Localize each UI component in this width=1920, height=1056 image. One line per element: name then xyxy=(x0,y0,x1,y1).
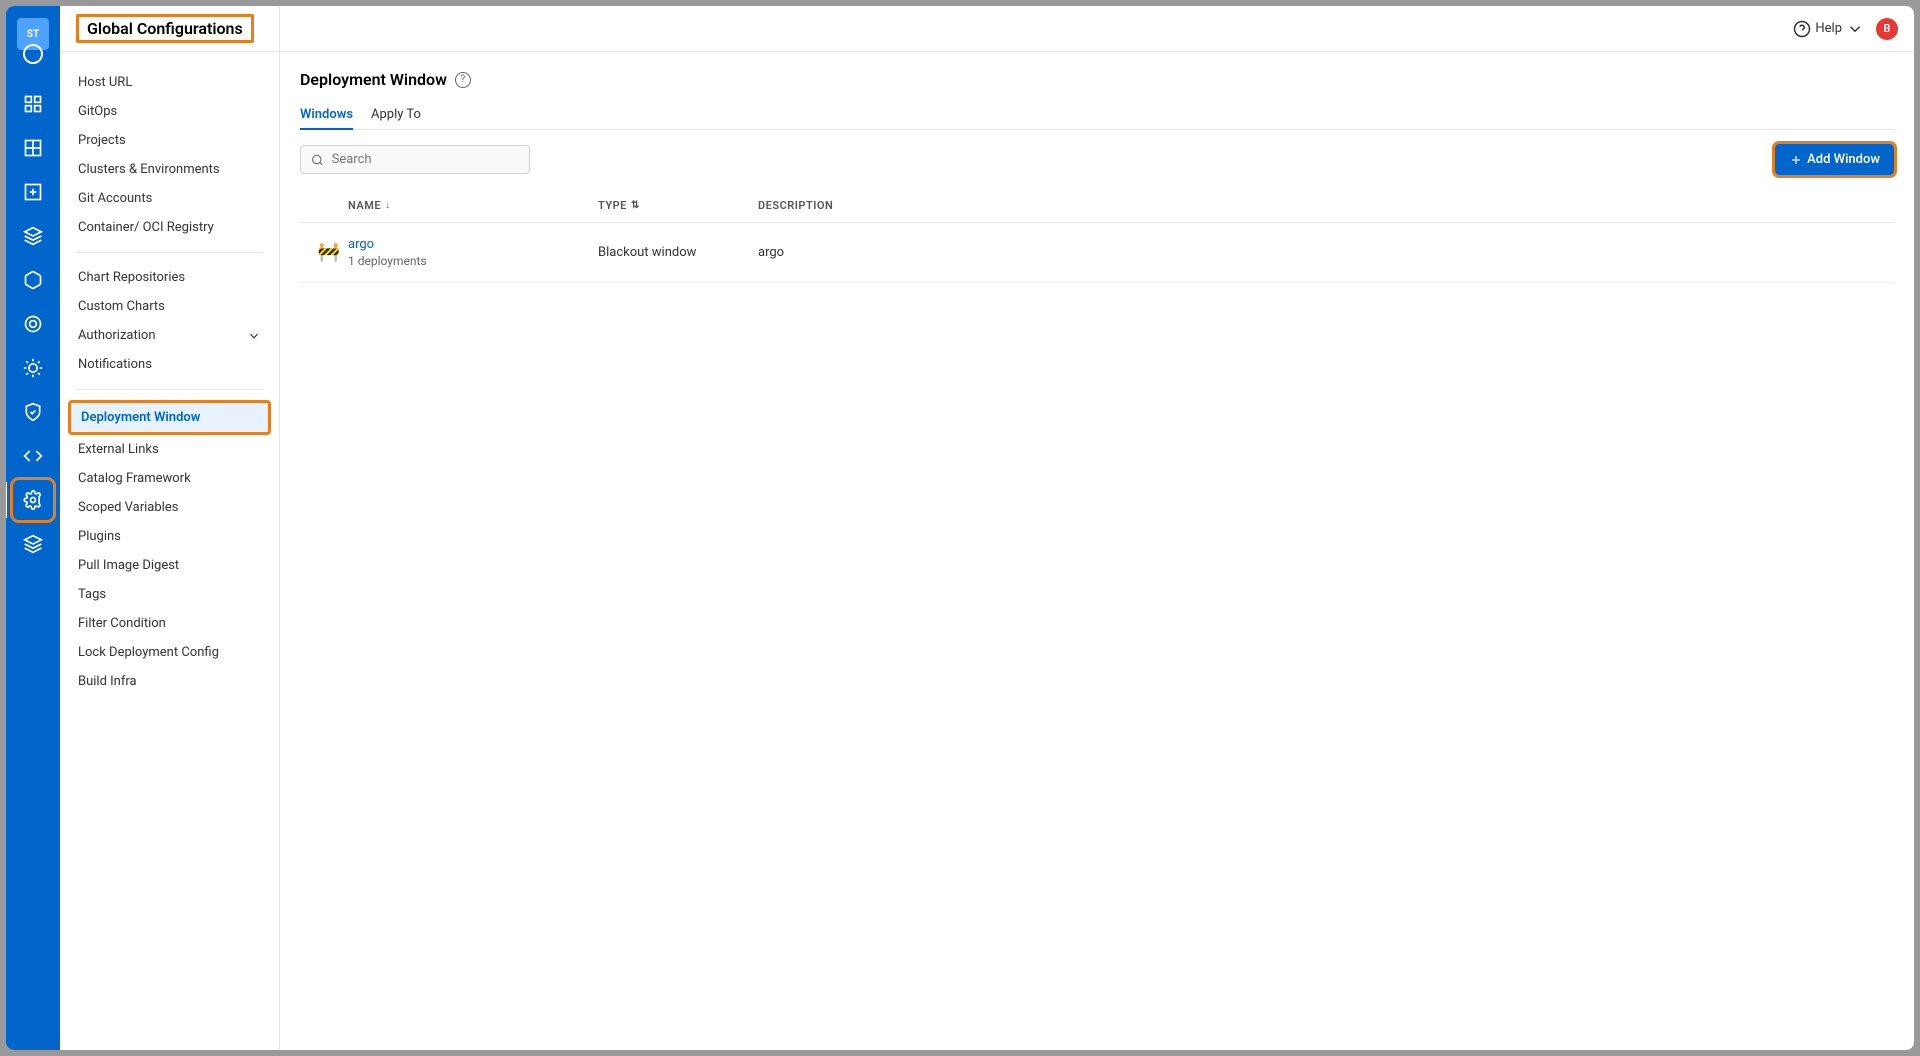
content: Deployment Window ? Windows Apply To Add… xyxy=(280,52,1914,1050)
search-input[interactable] xyxy=(332,152,519,167)
column-desc-label: DESCRIPTION xyxy=(758,199,833,212)
tab-windows[interactable]: Windows xyxy=(300,101,353,130)
row-subtext: 1 deployments xyxy=(348,254,598,268)
sidebar-item-git-accounts[interactable]: Git Accounts xyxy=(68,184,271,213)
sidebar-item-tags[interactable]: Tags xyxy=(68,580,271,609)
sidebar-item-external-links[interactable]: External Links xyxy=(68,435,271,464)
column-description: DESCRIPTION xyxy=(758,199,1894,212)
search-box[interactable] xyxy=(300,145,530,174)
sidebar-item-label: Container/ OCI Registry xyxy=(78,220,261,235)
sidebar-item-container-registry[interactable]: Container/ OCI Registry xyxy=(68,213,271,242)
column-type-label: TYPE xyxy=(598,199,627,212)
sidebar-item-label: Chart Repositories xyxy=(78,270,261,285)
tabs: Windows Apply To xyxy=(300,101,1894,130)
add-window-label: Add Window xyxy=(1807,152,1880,167)
sidebar-item-label: Tags xyxy=(78,587,261,602)
rail-apps-icon[interactable] xyxy=(15,86,51,122)
sidebar-item-catalog-framework[interactable]: Catalog Framework xyxy=(68,464,271,493)
sort-down-icon: ↓ xyxy=(385,200,391,211)
user-avatar[interactable]: B xyxy=(1876,18,1898,40)
sidebar-divider xyxy=(76,389,263,390)
sidebar-item-label: Git Accounts xyxy=(78,191,261,206)
chevron-down-icon xyxy=(1846,20,1864,38)
sidebar-item-custom-charts[interactable]: Custom Charts xyxy=(68,292,271,321)
page-header-title: Global Configurations xyxy=(76,14,254,43)
sidebar-item-authorization[interactable]: Authorization xyxy=(68,321,271,350)
sidebar-item-gitops[interactable]: GitOps xyxy=(68,97,271,126)
nav-rail: ST xyxy=(6,6,60,1050)
rail-helm-icon[interactable] xyxy=(15,350,51,386)
barrier-icon: 🚧 xyxy=(310,242,348,263)
sort-icon: ⇅ xyxy=(631,200,640,211)
sidebar-item-label: Notifications xyxy=(78,357,261,372)
sidebar: Global Configurations Host URL GitOps Pr… xyxy=(60,6,280,1050)
row-description: argo xyxy=(758,245,1894,260)
sidebar-item-label: Custom Charts xyxy=(78,299,261,314)
table-header: NAME ↓ TYPE ⇅ DESCRIPTION xyxy=(300,189,1894,223)
sidebar-item-filter-condition[interactable]: Filter Condition xyxy=(68,609,271,638)
rail-layers-icon[interactable] xyxy=(15,218,51,254)
sidebar-item-label: Host URL xyxy=(78,75,261,90)
sidebar-item-label: Catalog Framework xyxy=(78,471,261,486)
row-type: Blackout window xyxy=(598,245,758,260)
tab-apply-to[interactable]: Apply To xyxy=(371,101,421,129)
sidebar-item-notifications[interactable]: Notifications xyxy=(68,350,271,379)
app-logo[interactable]: ST xyxy=(17,18,49,50)
sidebar-item-label: Pull Image Digest xyxy=(78,558,261,573)
top-header: Help B xyxy=(280,6,1914,52)
help-button[interactable]: Help xyxy=(1793,20,1864,38)
sidebar-item-label: Projects xyxy=(78,133,261,148)
page-title: Deployment Window xyxy=(300,70,447,89)
app-frame: ST Global Configurations Host URL GitOps… xyxy=(6,6,1914,1050)
sidebar-item-label: Filter Condition xyxy=(78,616,261,631)
chevron-down-icon xyxy=(247,329,261,343)
sidebar-item-label: Plugins xyxy=(78,529,261,544)
rail-target-icon[interactable] xyxy=(15,306,51,342)
table-row[interactable]: 🚧 argo 1 deployments Blackout window arg… xyxy=(300,223,1894,283)
sidebar-item-label: Deployment Window xyxy=(81,410,258,425)
main: Help B Deployment Window ? Windows Apply… xyxy=(280,6,1914,1050)
sidebar-item-build-infra[interactable]: Build Infra xyxy=(68,667,271,696)
rail-settings-icon[interactable] xyxy=(15,482,51,518)
row-name[interactable]: argo xyxy=(348,237,598,252)
sidebar-item-chart-repos[interactable]: Chart Repositories xyxy=(68,263,271,292)
sidebar-item-label: Scoped Variables xyxy=(78,500,261,515)
sidebar-item-projects[interactable]: Projects xyxy=(68,126,271,155)
rail-grid-icon[interactable] xyxy=(15,130,51,166)
search-icon xyxy=(311,153,324,167)
info-icon[interactable]: ? xyxy=(455,72,471,88)
column-type[interactable]: TYPE ⇅ xyxy=(598,199,758,212)
sidebar-item-label: External Links xyxy=(78,442,261,457)
sidebar-item-host-url[interactable]: Host URL xyxy=(68,68,271,97)
sidebar-item-pull-image-digest[interactable]: Pull Image Digest xyxy=(68,551,271,580)
sidebar-item-label: GitOps xyxy=(78,104,261,119)
help-label: Help xyxy=(1815,21,1842,36)
column-name[interactable]: NAME ↓ xyxy=(348,199,598,212)
sidebar-item-label: Clusters & Environments xyxy=(78,162,261,177)
sidebar-item-plugins[interactable]: Plugins xyxy=(68,522,271,551)
sidebar-item-lock-deployment-config[interactable]: Lock Deployment Config xyxy=(68,638,271,667)
sidebar-item-scoped-variables[interactable]: Scoped Variables xyxy=(68,493,271,522)
rail-stack-icon[interactable] xyxy=(15,526,51,562)
help-icon xyxy=(1793,20,1811,38)
plus-icon xyxy=(1789,153,1803,167)
rail-cube-icon[interactable] xyxy=(15,262,51,298)
sidebar-item-label: Build Infra xyxy=(78,674,261,689)
sidebar-divider xyxy=(76,252,263,253)
rail-shield-icon[interactable] xyxy=(15,394,51,430)
sidebar-item-label: Authorization xyxy=(78,328,247,343)
rail-add-icon[interactable] xyxy=(15,174,51,210)
sidebar-item-label: Lock Deployment Config xyxy=(78,645,261,660)
sidebar-item-clusters[interactable]: Clusters & Environments xyxy=(68,155,271,184)
column-name-label: NAME xyxy=(348,199,381,212)
sidebar-item-deployment-window[interactable]: Deployment Window xyxy=(68,400,271,435)
rail-code-icon[interactable] xyxy=(15,438,51,474)
add-window-button[interactable]: Add Window xyxy=(1775,144,1894,175)
